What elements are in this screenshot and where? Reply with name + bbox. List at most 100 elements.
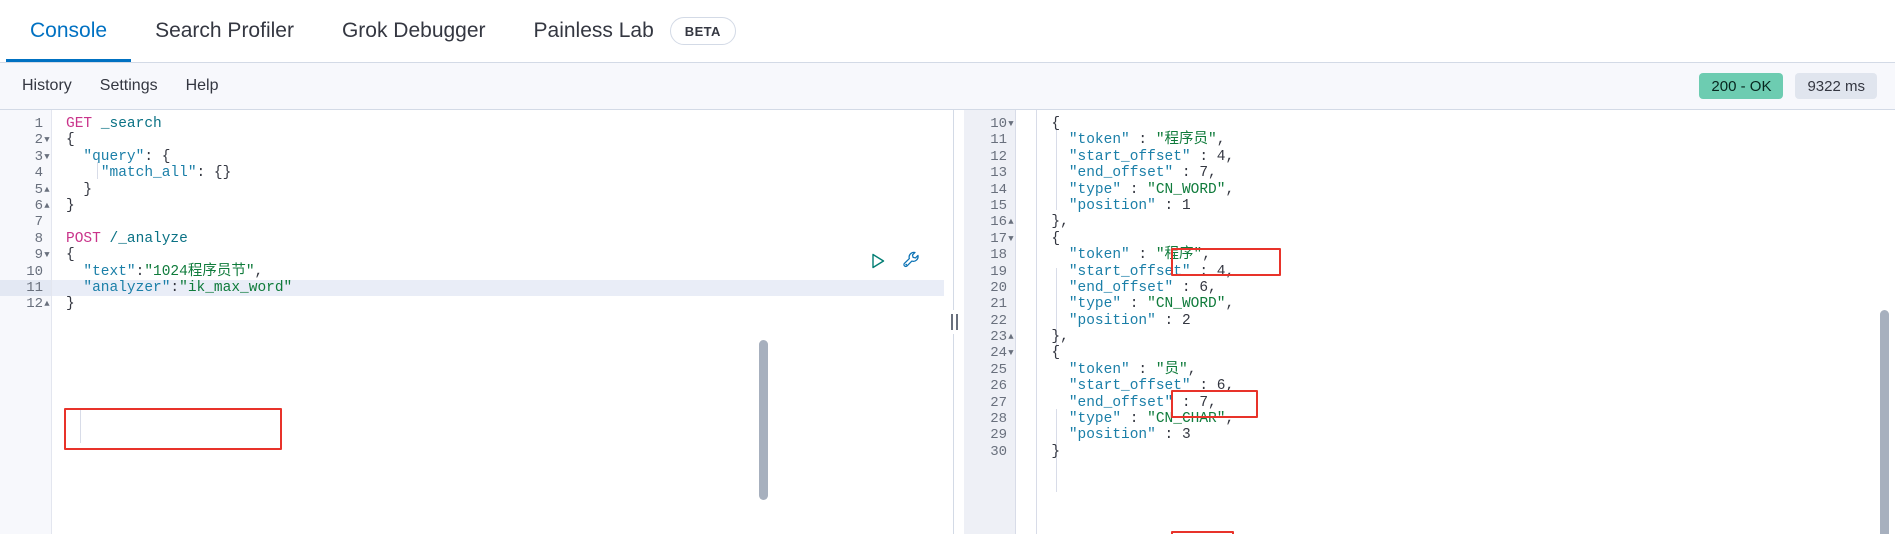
- line-number: 10 ▼: [964, 116, 1015, 132]
- code-line[interactable]: "type" : "CN_WORD",: [1034, 296, 1895, 312]
- code-token: 7: [1199, 394, 1209, 411]
- tab-painless-lab-label: Painless Lab: [533, 19, 654, 42]
- line-number: 16 ▲: [964, 214, 1015, 230]
- line-number: 25: [990, 361, 1007, 378]
- code-line[interactable]: POST /_analyze: [66, 231, 944, 247]
- code-token: "start_offset": [1068, 263, 1191, 280]
- divider-grip-icon[interactable]: [948, 310, 960, 334]
- code-line[interactable]: "token" : "程序",: [1034, 247, 1895, 263]
- code-token: ,: [1208, 165, 1217, 182]
- code-line[interactable]: "start_offset" : 6,: [1034, 378, 1895, 394]
- line-number: 11: [990, 132, 1007, 149]
- code-line[interactable]: "analyzer":"ik_max_word": [52, 279, 944, 297]
- help-button[interactable]: Help: [172, 77, 233, 95]
- code-line[interactable]: "match_all": {}: [66, 165, 944, 181]
- settings-button[interactable]: Settings: [86, 77, 172, 95]
- code-line[interactable]: }: [66, 198, 944, 214]
- fold-up-icon[interactable]: ▲: [1006, 214, 1016, 230]
- fold-down-icon[interactable]: ▼: [1006, 231, 1016, 247]
- code-line[interactable]: "type" : "CN_CHAR",: [1034, 411, 1895, 427]
- code-line[interactable]: "start_offset" : 4,: [1034, 264, 1895, 280]
- code-line[interactable]: }: [1034, 444, 1895, 460]
- code-line[interactable]: {: [1034, 345, 1895, 361]
- fold-down-icon[interactable]: ▼: [42, 149, 52, 165]
- line-number: 17 ▼: [964, 231, 1015, 247]
- code-line[interactable]: {: [66, 132, 944, 148]
- fold-up-icon[interactable]: ▲: [1006, 329, 1016, 345]
- code-token: 2: [1181, 312, 1191, 329]
- code-token: ,: [1202, 247, 1211, 264]
- code-token: "CN_CHAR": [1147, 411, 1226, 428]
- code-line[interactable]: {: [66, 247, 944, 263]
- request-scrollbar[interactable]: [759, 340, 768, 500]
- code-token: "text": [83, 263, 136, 280]
- tab-search-profiler-label: Search Profiler: [155, 19, 294, 42]
- code-line[interactable]: }: [66, 296, 944, 312]
- request-code-area[interactable]: GET _search{ "query": { "match_all": {} …: [52, 110, 944, 534]
- code-line[interactable]: "start_offset" : 4,: [1034, 149, 1895, 165]
- fold-down-icon[interactable]: ▼: [1006, 345, 1016, 361]
- code-line[interactable]: GET _search: [66, 116, 944, 132]
- fold-down-icon[interactable]: ▼: [1006, 116, 1016, 132]
- response-code-area[interactable]: { "token" : "程序员", "start_offset" : 4, "…: [1016, 110, 1895, 534]
- code-line[interactable]: "text":"1024程序员节",: [66, 264, 944, 280]
- pane-divider[interactable]: [944, 110, 964, 534]
- play-icon[interactable]: [868, 251, 888, 271]
- code-line[interactable]: }: [66, 182, 944, 198]
- fold-up-icon[interactable]: ▲: [42, 198, 52, 214]
- fold-down-icon[interactable]: ▼: [42, 132, 52, 148]
- line-number: 15: [990, 197, 1007, 214]
- code-line[interactable]: [66, 214, 944, 230]
- code-line[interactable]: "token" : "程序员",: [1034, 132, 1895, 148]
- tab-grok-debugger[interactable]: Grok Debugger: [318, 0, 510, 62]
- code-line[interactable]: {: [1034, 231, 1895, 247]
- code-line[interactable]: },: [1034, 329, 1895, 345]
- code-line[interactable]: },: [1034, 214, 1895, 230]
- code-token: "type": [1068, 181, 1122, 198]
- response-scrollbar[interactable]: [1880, 310, 1889, 534]
- fold-up-icon[interactable]: ▲: [42, 182, 52, 198]
- code-token: {: [1034, 345, 1061, 362]
- code-line[interactable]: "end_offset" : 7,: [1034, 395, 1895, 411]
- code-line[interactable]: "end_offset" : 6,: [1034, 280, 1895, 296]
- code-line[interactable]: "end_offset" : 7,: [1034, 165, 1895, 181]
- console-split-view: 1 2 ▼ 3 ▼ 4 5 ▲ 6 ▲ 7 8 9 ▼ 10 11 12 ▲ GET _search{ "quer…: [0, 110, 1895, 534]
- code-token: {: [66, 132, 75, 149]
- request-gutter: 1 2 ▼ 3 ▼ 4 5 ▲ 6 ▲ 7 8 9 ▼ 10 11 12 ▲: [0, 110, 52, 534]
- response-pane[interactable]: 10 ▼ 11 12 13 14 15 16 ▲ 17 ▼ 18 19 20 21 22 23 ▲ 24 ▼ 25 26 2…: [964, 110, 1895, 534]
- code-token: "CN_WORD": [1147, 181, 1226, 198]
- code-token: ,: [1225, 378, 1235, 395]
- code-line[interactable]: {: [1034, 116, 1895, 132]
- line-number: 20: [990, 279, 1007, 296]
- history-button[interactable]: History: [8, 77, 86, 95]
- tab-grok-debugger-label: Grok Debugger: [341, 19, 486, 42]
- fold-down-icon[interactable]: ▼: [42, 247, 52, 263]
- code-token: ,: [1225, 263, 1235, 280]
- code-line[interactable]: "query": {: [66, 149, 944, 165]
- code-token: "position": [1068, 312, 1156, 329]
- code-token: {: [66, 247, 75, 264]
- code-line[interactable]: "position" : 1: [1034, 198, 1895, 214]
- status-badge: 200 - OK: [1699, 73, 1784, 99]
- code-token: },: [1034, 329, 1069, 346]
- code-token: }: [66, 296, 75, 313]
- code-line[interactable]: "position" : 2: [1034, 313, 1895, 329]
- tab-painless-lab[interactable]: Painless Lab: [510, 0, 678, 62]
- tab-console[interactable]: Console: [6, 0, 132, 62]
- code-line[interactable]: "type" : "CN_WORD",: [1034, 182, 1895, 198]
- code-token: {: [1034, 230, 1061, 247]
- code-token: : {}: [196, 165, 232, 182]
- code-token: "程序员": [1155, 132, 1217, 149]
- wrench-icon[interactable]: [902, 250, 923, 271]
- request-editor-pane[interactable]: 1 2 ▼ 3 ▼ 4 5 ▲ 6 ▲ 7 8 9 ▼ 10 11 12 ▲ GET _search{ "quer…: [0, 110, 944, 534]
- line-number: 5 ▲: [0, 182, 51, 198]
- code-token: ,: [1225, 296, 1235, 313]
- code-line[interactable]: "token" : "员",: [1034, 362, 1895, 378]
- fold-up-icon[interactable]: ▲: [42, 296, 52, 312]
- tab-search-profiler[interactable]: Search Profiler: [131, 0, 318, 62]
- code-line[interactable]: "position" : 3: [1034, 427, 1895, 443]
